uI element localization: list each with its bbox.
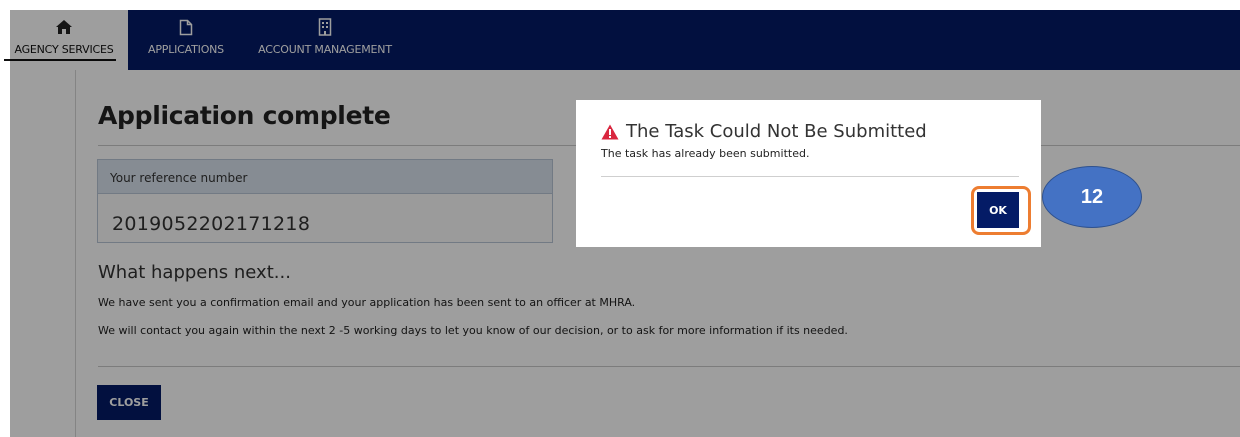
warning-icon: [601, 124, 619, 140]
dialog-title-text: The Task Could Not Be Submitted: [626, 121, 927, 142]
step-number-badge: 12: [1042, 166, 1142, 228]
dialog-message: The task has already been submitted.: [601, 147, 810, 160]
dialog-title: The Task Could Not Be Submitted: [601, 121, 927, 142]
ok-button-highlight: [971, 186, 1031, 235]
dialog-divider: [601, 176, 1019, 177]
